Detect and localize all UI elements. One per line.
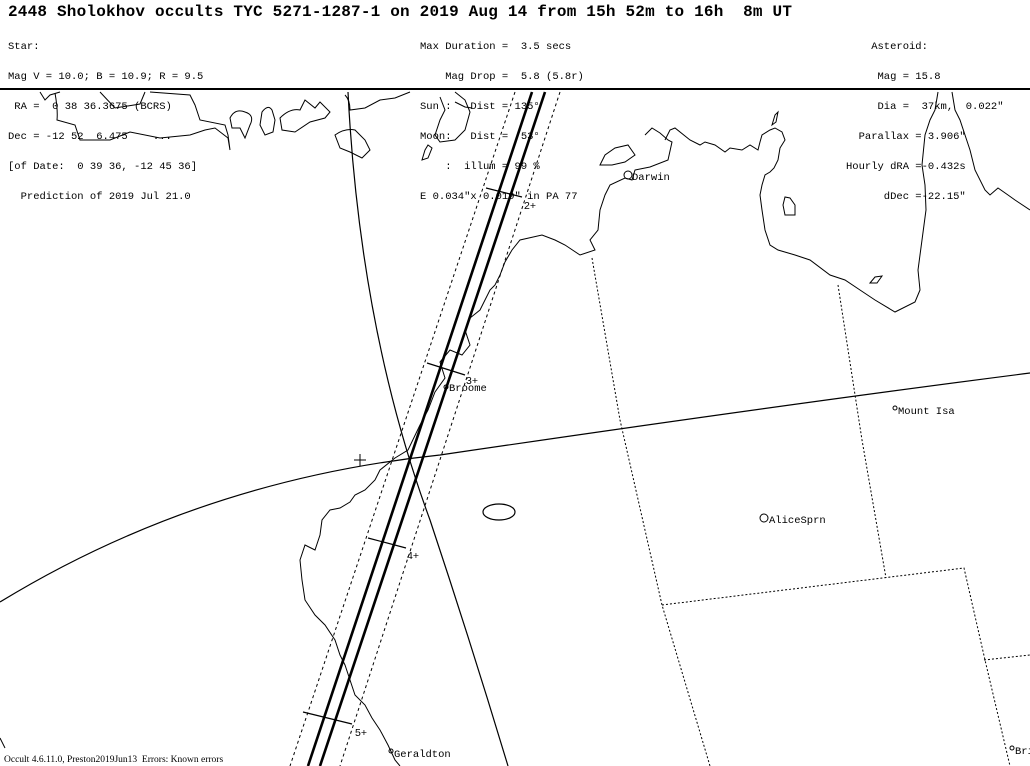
center-marker [354, 454, 366, 466]
shadow-path [289, 91, 561, 766]
asteroid-info-line: Asteroid: [846, 41, 928, 53]
wa-nt-border [591, 257, 711, 766]
cities: Darwin Broome Mount Isa AliceSprn Gerald… [388, 170, 1030, 761]
time-mark-label: 2+ [524, 200, 536, 212]
software-credit: Occult 4.6.11.0, Preston2019Jun13 Errors… [4, 755, 224, 765]
city-marker-icon [623, 170, 633, 180]
nt-qld-border [837, 284, 887, 579]
sunrise-limit-curve [347, 91, 509, 766]
path-limit-west [306, 91, 534, 766]
time-mark-label: 5+ [355, 727, 367, 739]
cross-icon [354, 454, 366, 466]
time-tick [485, 187, 523, 198]
event-info-line: Mag Drop = 5.8 (5.8r) [420, 71, 584, 83]
state-boundaries [591, 257, 1030, 766]
asteroid-info-line: Mag = 15.8 [846, 71, 941, 83]
nsw-border [983, 654, 1030, 661]
time-tick [302, 711, 353, 725]
city-label-mount-isa: Mount Isa [898, 406, 955, 418]
error-ellipse [482, 503, 516, 521]
limit-curves [0, 91, 1030, 766]
city-label-geraldton: Geraldton [394, 749, 451, 761]
coastline-islands [39, 91, 473, 161]
time-mark-label: 4+ [407, 550, 419, 562]
edge-stroke [0, 737, 6, 749]
star-info-line: Star: [8, 41, 40, 53]
path-limit-east [318, 91, 547, 766]
sa-border [661, 567, 1011, 766]
city-marker-icon [892, 405, 898, 411]
city-marker-icon [759, 513, 769, 523]
time-tick [367, 537, 407, 549]
path-sigma-west [289, 91, 516, 766]
city-label-broome: Broome [449, 383, 487, 395]
time-tick [426, 362, 466, 376]
path-sigma-east [339, 91, 561, 766]
map-title: 2448 Sholokhov occults TYC 5271-1287-1 o… [8, 3, 793, 21]
star-info-line: Mag V = 10.0; B = 10.9; R = 9.5 [8, 71, 204, 83]
occultation-map: 2+ 3+ 4+ 5+ Darwin Broome Mount Isa Alic… [0, 91, 1030, 766]
city-label-alice-springs: AliceSprn [769, 515, 826, 527]
city-label-darwin: Darwin [632, 172, 670, 184]
city-marker-icon [1009, 745, 1015, 751]
event-info-line: Max Duration = 3.5 secs [420, 41, 572, 53]
twilight-limit-curve [0, 372, 1030, 603]
coastline-australia [299, 91, 1030, 766]
city-label-brisbane: Bri [1015, 746, 1030, 758]
